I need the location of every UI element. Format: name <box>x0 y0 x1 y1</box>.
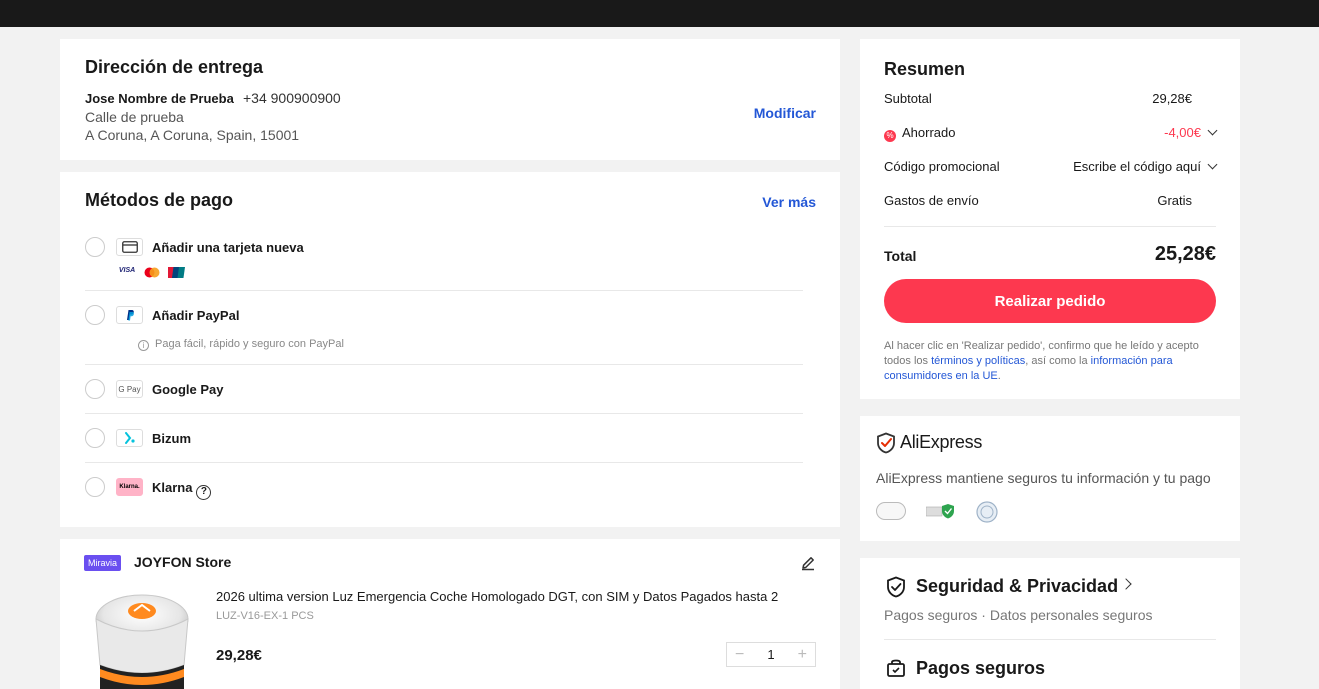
top-bar <box>0 0 1319 27</box>
legal-text-3: . <box>997 370 1001 382</box>
aliexpress-trust-card: AliExpress AliExpress mantiene seguros t… <box>860 416 1240 541</box>
shipping-label: Gastos de envío <box>884 193 979 208</box>
shield-check-icon <box>886 576 906 603</box>
chevron-right-icon[interactable] <box>1120 578 1132 590</box>
place-order-button[interactable]: Realizar pedido <box>884 279 1216 323</box>
modify-address-link[interactable]: Modificar <box>754 105 816 121</box>
klarna-label-text: Klarna <box>152 480 193 495</box>
payment-option-google-pay[interactable]: G Pay Google Pay <box>85 379 803 414</box>
credit-card-icon <box>116 238 143 256</box>
product-title[interactable]: 2026 ultima version Luz Emergencia Coche… <box>216 589 816 604</box>
mastercard-logo <box>144 265 160 278</box>
payment-label-google-pay: Google Pay <box>152 382 224 397</box>
payment-radio-paypal[interactable] <box>85 305 105 325</box>
payment-radio-klarna[interactable] <box>85 477 105 497</box>
klarna-icon: Klarna. <box>116 478 143 496</box>
payment-radio-card[interactable] <box>85 237 105 257</box>
paypal-icon <box>116 306 143 324</box>
paypal-note: i Paga fácil, rápido y seguro con PayPal <box>138 338 344 351</box>
aliexpress-logo: AliExpress <box>900 432 983 452</box>
security-subtitle: Pagos seguros · Datos personales seguros <box>884 607 1153 623</box>
payment-label-bizum: Bizum <box>152 431 191 446</box>
payment-radio-google-pay[interactable] <box>85 379 105 399</box>
payment-label-paypal: Añadir PayPal <box>152 308 240 323</box>
product-image[interactable] <box>90 585 194 689</box>
decrease-quantity-button[interactable]: − <box>735 646 744 664</box>
payment-separator <box>85 462 803 463</box>
delivery-address-title: Dirección de entrega <box>85 57 264 77</box>
product-sku: LUZ-V16-EX-1 PCS <box>216 610 314 622</box>
trust-description: AliExpress mantiene seguros tu informaci… <box>876 470 1211 486</box>
saved-label: % Ahorrado <box>884 125 955 142</box>
chevron-down-icon[interactable] <box>1207 125 1218 136</box>
promo-code-input[interactable]: Escribe el código aquí <box>1073 159 1218 174</box>
security-certification-icon <box>925 502 956 520</box>
order-summary-card: Resumen Subtotal 29,28€ % Ahorrado -4,00€… <box>860 39 1240 399</box>
recipient-phone: +34 900900900 <box>243 90 341 106</box>
edit-icon[interactable] <box>800 555 816 571</box>
payment-label-card: Añadir una tarjeta nueva <box>152 240 304 255</box>
shield-check-icon <box>876 432 896 459</box>
pci-seal-icon <box>976 501 998 523</box>
see-more-link[interactable]: Ver más <box>762 194 816 210</box>
payment-radio-bizum[interactable] <box>85 428 105 448</box>
store-order-card: Miravia JOYFON Store 2026 ultima version… <box>60 539 840 689</box>
help-icon[interactable]: ? <box>196 485 212 500</box>
address-city: A Coruna, A Coruna, Spain, 15001 <box>85 127 300 143</box>
payment-option-klarna[interactable]: Klarna. Klarna? <box>85 477 803 502</box>
promo-code-label: Código promocional <box>884 159 1000 174</box>
miravia-badge: Miravia <box>84 555 122 571</box>
subtotal-label: Subtotal <box>884 91 932 106</box>
security-privacy-card: Seguridad & Privacidad Pagos seguros · D… <box>860 558 1240 689</box>
address-street: Calle de prueba <box>85 109 184 125</box>
summary-title: Resumen <box>884 59 966 79</box>
total-label: Total <box>884 248 917 264</box>
promo-code-placeholder: Escribe el código aquí <box>1073 159 1201 174</box>
security-privacy-title[interactable]: Seguridad & Privacidad <box>916 576 1118 597</box>
recipient-name: Jose Nombre de Prueba <box>85 91 234 106</box>
certification-badge-icon <box>876 502 906 520</box>
security-divider <box>884 639 1216 640</box>
saved-value-text: -4,00€ <box>1164 125 1201 140</box>
quantity-stepper[interactable]: − 1 + <box>726 642 816 667</box>
legal-text-2: , así como la <box>1025 355 1091 367</box>
visa-logo: VISA <box>118 267 136 274</box>
chevron-down-icon[interactable] <box>1207 159 1218 170</box>
shipping-value: Gratis <box>1157 193 1192 208</box>
payment-label-klarna: Klarna? <box>152 480 212 500</box>
total-value: 25,28€ <box>1154 243 1216 265</box>
payment-option-card[interactable]: Añadir una tarjeta nueva VISA <box>85 236 803 291</box>
legal-notice: Al hacer clic en 'Realizar pedido', conf… <box>884 339 1219 384</box>
delivery-address-card: Dirección de entrega Jose Nombre de Prue… <box>60 39 840 160</box>
payment-separator <box>85 290 803 291</box>
payment-option-paypal[interactable]: Añadir PayPal i Paga fácil, rápido y segu… <box>85 305 803 365</box>
payment-separator <box>85 413 803 414</box>
payment-option-bizum[interactable]: Bizum <box>85 428 803 463</box>
secure-payments-title: Pagos seguros <box>916 658 1046 678</box>
info-icon: i <box>138 340 149 351</box>
secure-payment-bag-icon <box>886 658 906 683</box>
increase-quantity-button[interactable]: + <box>798 646 807 664</box>
discount-icon: % <box>884 130 896 142</box>
payment-methods-card: Métodos de pago Ver más Añadir una tarje… <box>60 172 840 527</box>
product-price: 29,28€ <box>216 647 262 664</box>
google-pay-icon: G Pay <box>116 380 143 398</box>
unionpay-logo <box>166 265 185 278</box>
payment-separator <box>85 364 803 365</box>
payment-methods-title: Métodos de pago <box>85 190 233 210</box>
paypal-note-text: Paga fácil, rápido y seguro con PayPal <box>155 338 344 350</box>
subtotal-value: 29,28€ <box>1152 91 1192 106</box>
quantity-value: 1 <box>767 647 775 662</box>
terms-link[interactable]: términos y políticas <box>931 355 1025 367</box>
store-name[interactable]: JOYFON Store <box>134 554 231 570</box>
bizum-icon <box>116 429 143 447</box>
saved-value: -4,00€ <box>1164 125 1218 140</box>
saved-label-text: Ahorrado <box>902 125 956 140</box>
summary-divider <box>884 226 1216 227</box>
